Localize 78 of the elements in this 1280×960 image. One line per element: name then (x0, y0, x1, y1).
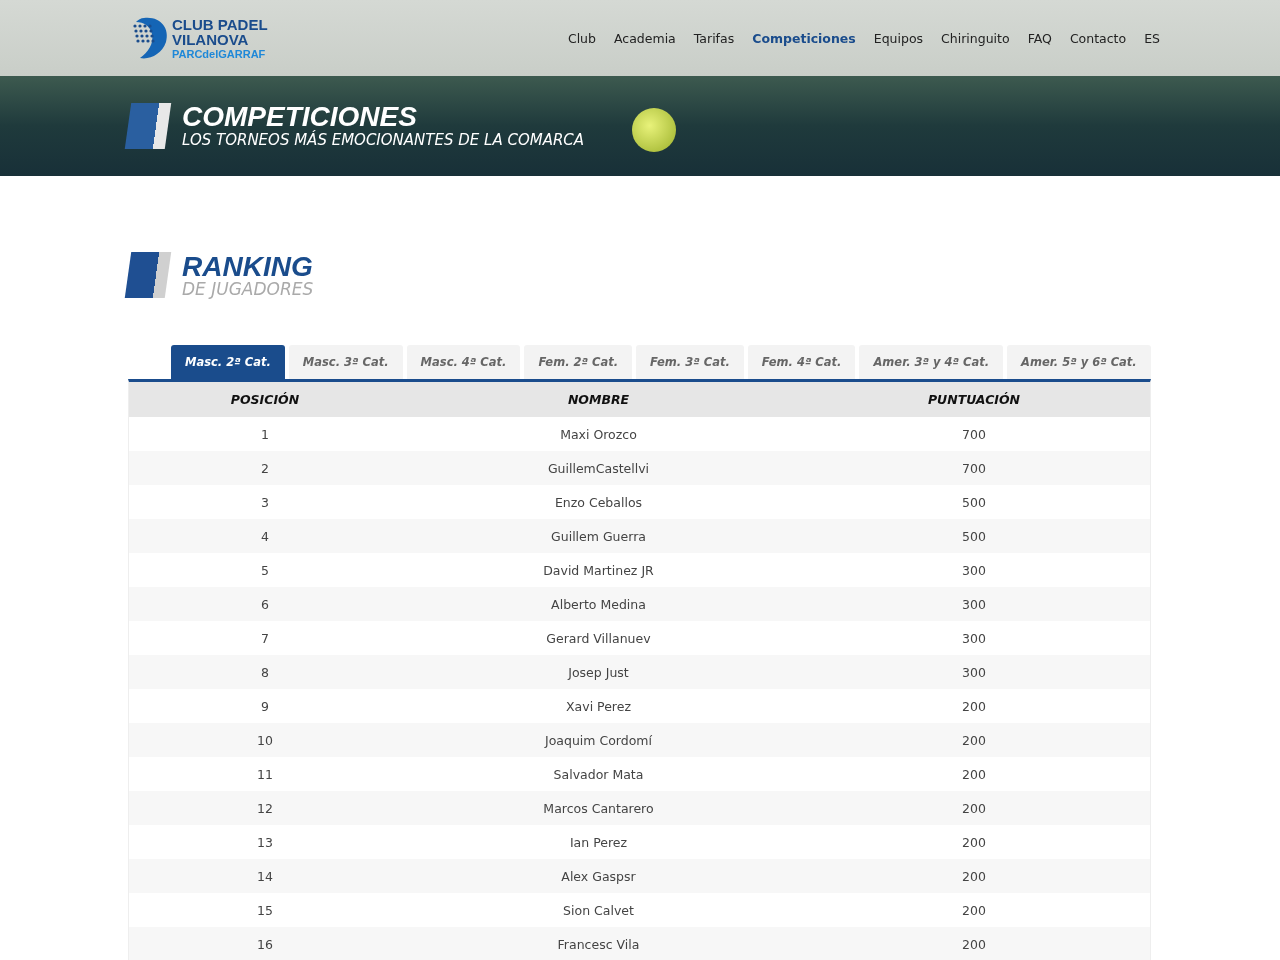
column-header: NOMBRE (566, 392, 631, 407)
table-cell-text: 7 (260, 630, 270, 646)
column-header: PUNTUACIÓN (926, 392, 1022, 407)
table-cell-text: 300 (961, 562, 987, 578)
table-cell-text: 12 (256, 800, 274, 816)
logo-subtext: PARCdelGARRAF (172, 48, 267, 60)
table-cell-text: Marcos Cantarero (542, 800, 655, 816)
table-cell-text: 1 (260, 426, 270, 442)
table-cell-text: 200 (961, 936, 987, 952)
column-header: POSICIÓN (229, 392, 301, 407)
table-cell-text: Guillem Guerra (550, 528, 647, 544)
table-cell-text: 10 (256, 732, 274, 748)
table-cell-text: 13 (256, 834, 274, 850)
table-cell-text: Joaquim Cordomí (543, 732, 653, 748)
table-cell-text: 200 (961, 732, 987, 748)
category-tab[interactable]: Fem. 3ª Cat. (636, 345, 744, 379)
table-cell-text: 5 (260, 562, 270, 578)
nav-link[interactable]: FAQ (1027, 30, 1052, 46)
table-cell-text: 500 (961, 494, 987, 510)
table-cell-text: Francesc Vila (556, 936, 641, 952)
category-tab[interactable]: Masc. 4ª Cat. (406, 345, 521, 379)
hero-subtitle: LOS TORNEOS MÁS EMOCIONANTES DE LA COMARCA (182, 131, 585, 149)
category-tab[interactable]: Amer. 5ª y 6ª Cat. (1007, 345, 1151, 379)
category-tab[interactable]: Masc. 2ª Cat. (171, 345, 285, 379)
table-cell-text: Ian Perez (568, 834, 629, 850)
table-cell-text: 300 (961, 664, 987, 680)
table-cell-text: Salvador Mata (552, 766, 645, 782)
stripe-icon (124, 103, 172, 149)
table-cell-text: Gerard Villanuev (545, 630, 652, 646)
table-cell-text: 16 (256, 936, 274, 952)
table-cell-text: 200 (961, 800, 987, 816)
table-cell-text: 14 (256, 868, 274, 884)
category-tab[interactable]: Fem. 2ª Cat. (524, 345, 633, 379)
table-cell-text: 4 (260, 528, 270, 544)
table-cell-text: Alex Gaspsr (560, 868, 637, 884)
category-tab[interactable]: Fem. 4ª Cat. (747, 345, 856, 379)
section-subtitle: DE JUGADORES (182, 280, 314, 298)
table-cell-text: Enzo Ceballos (553, 494, 644, 510)
table-cell-text: Sion Calvet (562, 902, 635, 918)
table-cell-text: 200 (961, 868, 987, 884)
section-title: RANKING (182, 252, 314, 281)
nav-link[interactable]: Contacto (1069, 30, 1127, 46)
table-cell-text: 2 (260, 460, 270, 476)
table-cell-text: 9 (260, 698, 270, 714)
table-cell-text: 6 (260, 596, 270, 612)
table-cell-text: 500 (961, 528, 987, 544)
table-cell-text: 300 (961, 630, 987, 646)
nav-link[interactable]: Equipos (873, 30, 924, 46)
hero-title: COMPETICIONES (182, 103, 418, 131)
logo-text: CLUB PADEL (172, 16, 268, 32)
ball-icon (632, 108, 676, 152)
table-cell-text: 11 (256, 766, 274, 782)
table-cell-text: 200 (961, 902, 987, 918)
table-cell-text: Xavi Perez (565, 698, 632, 714)
table-cell-text: Josep Just (566, 664, 630, 680)
nav-link[interactable]: Club (567, 30, 596, 46)
table-cell-text: 300 (961, 596, 987, 612)
table-cell-text: 3 (260, 494, 270, 510)
category-tab[interactable]: Masc. 3ª Cat. (288, 345, 403, 379)
table-cell-text: Alberto Medina (550, 596, 647, 612)
table-cell-text: Maxi Orozco (559, 426, 638, 442)
nav-link[interactable]: ES (1144, 30, 1160, 46)
nav-link[interactable]: Academia (613, 30, 676, 46)
logo-text: VILANOVA (172, 31, 250, 47)
nav-link[interactable]: Chiringuito (941, 30, 1010, 46)
table-cell-text: 700 (961, 460, 987, 476)
table-cell-text: 15 (256, 902, 274, 918)
table-cell-text: 700 (961, 426, 987, 442)
stripe-icon (124, 252, 172, 298)
category-tab[interactable]: Amer. 3ª y 4ª Cat. (859, 345, 1004, 379)
table-cell-text: 200 (961, 834, 987, 850)
table-cell-text: GuillemCastellvi (546, 460, 651, 476)
table-cell-text: David Martinez JR (542, 562, 655, 578)
table-cell-text: 200 (961, 698, 987, 714)
table-cell-text: 200 (961, 766, 987, 782)
table-cell-text: 8 (260, 664, 270, 680)
nav-link[interactable]: Tarifas (693, 30, 735, 46)
nav-link[interactable]: Competiciones (752, 30, 856, 46)
